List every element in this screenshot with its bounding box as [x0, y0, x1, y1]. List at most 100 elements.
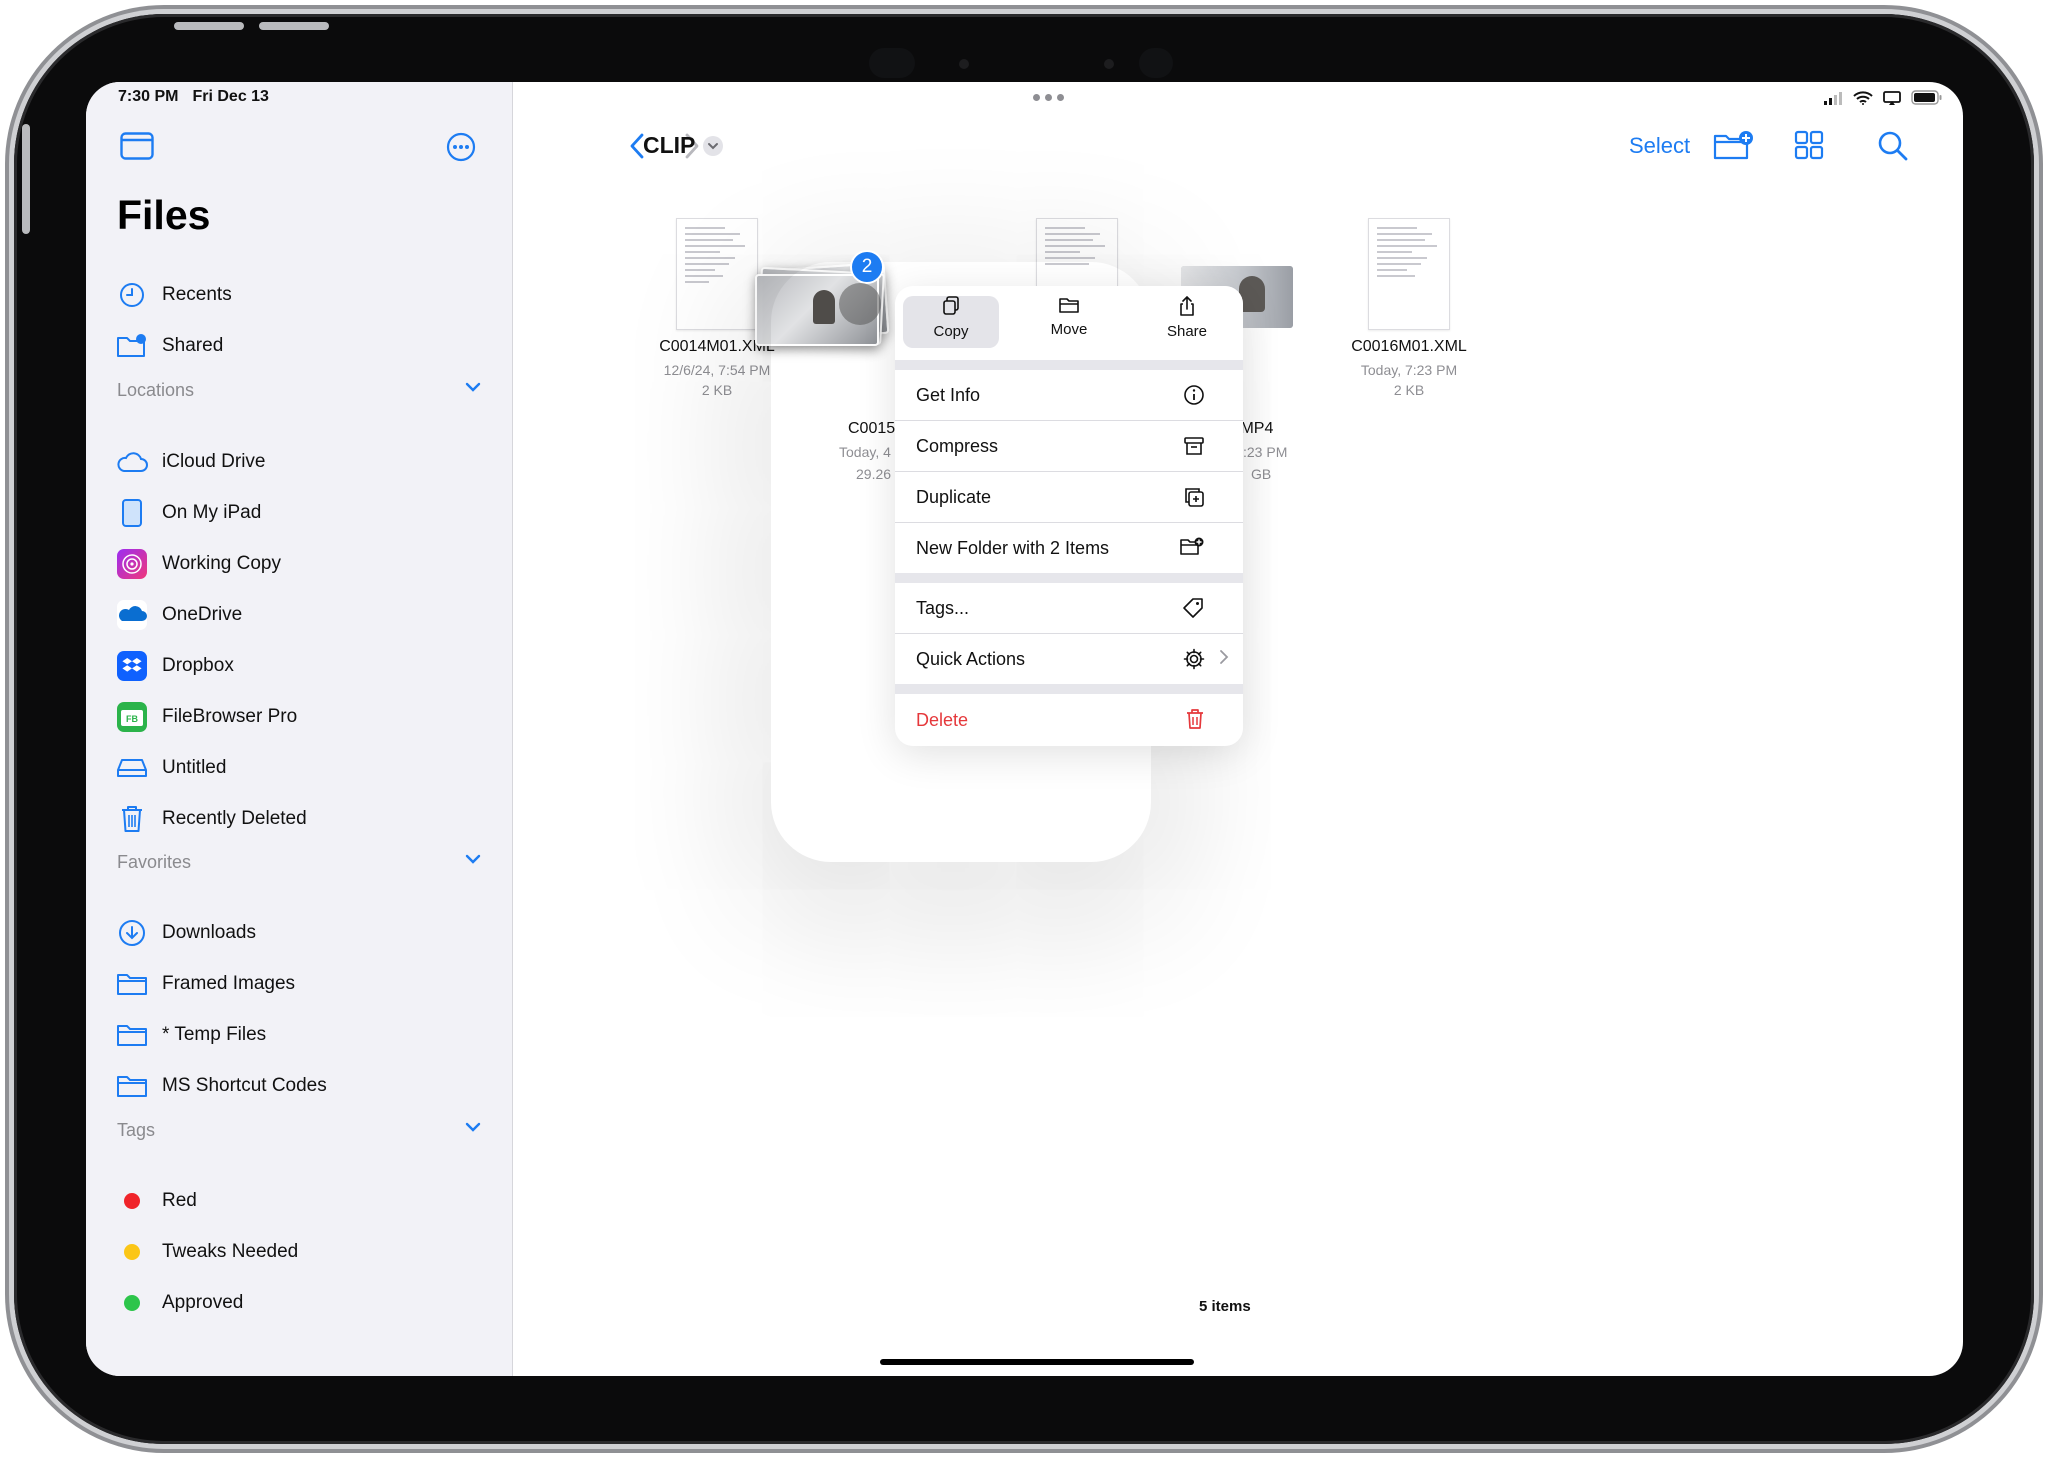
- folder-icon: [117, 974, 147, 995]
- sidebar-item-label: Red: [162, 1190, 197, 1211]
- clock-icon: [120, 283, 144, 307]
- menu-item-label: Get Info: [916, 384, 981, 405]
- folder-menu-button[interactable]: [703, 136, 723, 156]
- status-icons: [1823, 90, 1943, 105]
- sidebar-item-label: Tweaks Needed: [162, 1241, 299, 1262]
- screen-mirroring-icon: [1883, 90, 1901, 105]
- sidebar-icon: [120, 132, 154, 160]
- new-folder-button[interactable]: [1713, 130, 1755, 167]
- tag-color-dot: [124, 1193, 140, 1209]
- share-button[interactable]: Share: [1139, 295, 1235, 348]
- sidebar-item-label: Working Copy: [162, 553, 281, 574]
- sidebar-item-downloads[interactable]: Downloads: [116, 913, 256, 953]
- share-label: Share: [1166, 323, 1208, 340]
- sidebar-item-label: Dropbox: [162, 655, 234, 676]
- sidebar-item-label: Untitled: [162, 757, 227, 778]
- sidebar-item-label: * Temp Files: [162, 1024, 267, 1045]
- clock-date: Fri Dec 13: [192, 88, 269, 105]
- screen: 7:30 PM Fri Dec 13 Files Recents Shared L…: [86, 82, 1963, 1376]
- sidebar-item-dropbox[interactable]: Dropbox: [116, 646, 234, 686]
- sidebar-item-label: OneDrive: [162, 604, 243, 625]
- chevron-down-icon: [465, 382, 481, 392]
- collapse-locations-button[interactable]: [464, 380, 482, 399]
- onedrive-icon: [117, 600, 147, 630]
- download-icon: [119, 920, 145, 946]
- copy-button[interactable]: Copy: [903, 296, 999, 348]
- multitasking-grabber[interactable]: [1033, 94, 1064, 101]
- dropbox-icon: [117, 651, 147, 681]
- sensor: [1104, 59, 1114, 69]
- move-label: Move: [1050, 321, 1088, 338]
- ellipsis-circle-icon: [446, 132, 476, 162]
- trash-icon: [122, 806, 142, 832]
- filebrowser-icon: FB: [117, 702, 147, 732]
- sidebar-item-on-my-ipad[interactable]: On My iPad: [116, 493, 261, 533]
- sidebar-title: Files: [117, 192, 211, 238]
- volume-button: [259, 22, 329, 30]
- menu-item-label: Compress: [916, 435, 999, 456]
- sidebar-item-icloud-drive[interactable]: iCloud Drive: [116, 442, 265, 482]
- menu-item-new-folder-with-items[interactable]: New Folder with 2 Items: [895, 523, 1243, 573]
- front-camera: [959, 59, 969, 69]
- duplicate-icon: [1185, 488, 1204, 507]
- share-icon: [1180, 295, 1194, 316]
- menu-item-label: Delete: [916, 709, 969, 730]
- sidebar-item-tag-approved[interactable]: Approved: [116, 1283, 243, 1323]
- sidebar-item-untitled[interactable]: Untitled: [116, 748, 226, 788]
- file-size: 2 KB: [1393, 382, 1425, 398]
- new-folder-icon: [1713, 131, 1753, 160]
- file-size: GB: [1251, 466, 1272, 482]
- collapse-favorites-button[interactable]: [464, 852, 482, 871]
- ipad-icon: [122, 499, 142, 527]
- menu-item-get-info[interactable]: Get Info: [895, 370, 1243, 420]
- touch-indicator: [839, 283, 881, 325]
- toggle-sidebar-button[interactable]: [120, 132, 154, 165]
- section-header-favorites: Favorites: [117, 852, 192, 872]
- folder-icon: [117, 1025, 147, 1046]
- tag-color-dot: [124, 1244, 140, 1260]
- view-options-button[interactable]: [1794, 130, 1824, 165]
- menu-item-label: Quick Actions: [916, 648, 1026, 669]
- menu-item-compress[interactable]: Compress: [895, 421, 1243, 471]
- sidebar-item-temp-files[interactable]: * Temp Files: [116, 1015, 266, 1055]
- more-options-button[interactable]: [446, 132, 476, 167]
- menu-item-quick-actions[interactable]: Quick Actions: [895, 634, 1243, 684]
- sidebar-item-onedrive[interactable]: OneDrive: [116, 595, 242, 635]
- sidebar-item-working-copy[interactable]: Working Copy: [116, 544, 281, 584]
- cellular-signal-icon: [1824, 91, 1842, 105]
- context-menu: Copy Move Share Get Info Compress Duplic…: [895, 286, 1243, 746]
- sidebar-item-framed-images[interactable]: Framed Images: [116, 964, 295, 1004]
- sidebar-item-recents[interactable]: Recents: [116, 275, 232, 315]
- sidebar-item-label: Approved: [162, 1292, 244, 1313]
- folder-title[interactable]: CLIP: [643, 132, 695, 159]
- working-copy-icon: [117, 549, 147, 579]
- sidebar-item-tag-red[interactable]: Red: [116, 1181, 197, 1221]
- sidebar-item-ms-shortcut-codes[interactable]: MS Shortcut Codes: [116, 1066, 327, 1106]
- menu-item-duplicate[interactable]: Duplicate: [895, 472, 1243, 522]
- item-count: 5 items: [1199, 1298, 1251, 1315]
- select-button[interactable]: Select: [1629, 133, 1690, 159]
- section-header-locations: Locations: [117, 380, 195, 400]
- menu-item-delete[interactable]: Delete: [895, 694, 1243, 746]
- file-name: C0016M01.XML: [1351, 338, 1467, 355]
- tag-color-dot: [124, 1295, 140, 1311]
- home-indicator[interactable]: [880, 1359, 1194, 1365]
- sidebar-item-filebrowser-pro[interactable]: FB FileBrowser Pro: [116, 697, 297, 737]
- search-button[interactable]: [1877, 130, 1909, 167]
- chevron-down-icon: [465, 1122, 481, 1132]
- search-icon: [1878, 131, 1908, 161]
- sidebar-item-tag-tweaks-needed[interactable]: Tweaks Needed: [116, 1232, 298, 1272]
- sidebar-item-shared[interactable]: Shared: [116, 326, 223, 366]
- shared-folder-icon: [117, 334, 146, 357]
- file-item[interactable]: C0016M01.XML Today, 7:23 PM 2 KB: [1329, 218, 1489, 400]
- menu-item-tags[interactable]: Tags...: [895, 583, 1243, 633]
- grid-view-icon: [1794, 130, 1824, 160]
- sidebar-item-label: FileBrowser Pro: [162, 706, 298, 727]
- new-folder-icon: [1180, 537, 1204, 555]
- file-browser: CLIP Select C0014M01.XML 12/6/24, 7:54 P…: [513, 82, 1963, 1376]
- tag-icon: [1183, 598, 1203, 618]
- chevron-down-icon: [708, 143, 718, 150]
- sidebar-item-recently-deleted[interactable]: Recently Deleted: [116, 799, 307, 839]
- collapse-tags-button[interactable]: [464, 1120, 482, 1139]
- move-button[interactable]: Move: [1021, 296, 1117, 348]
